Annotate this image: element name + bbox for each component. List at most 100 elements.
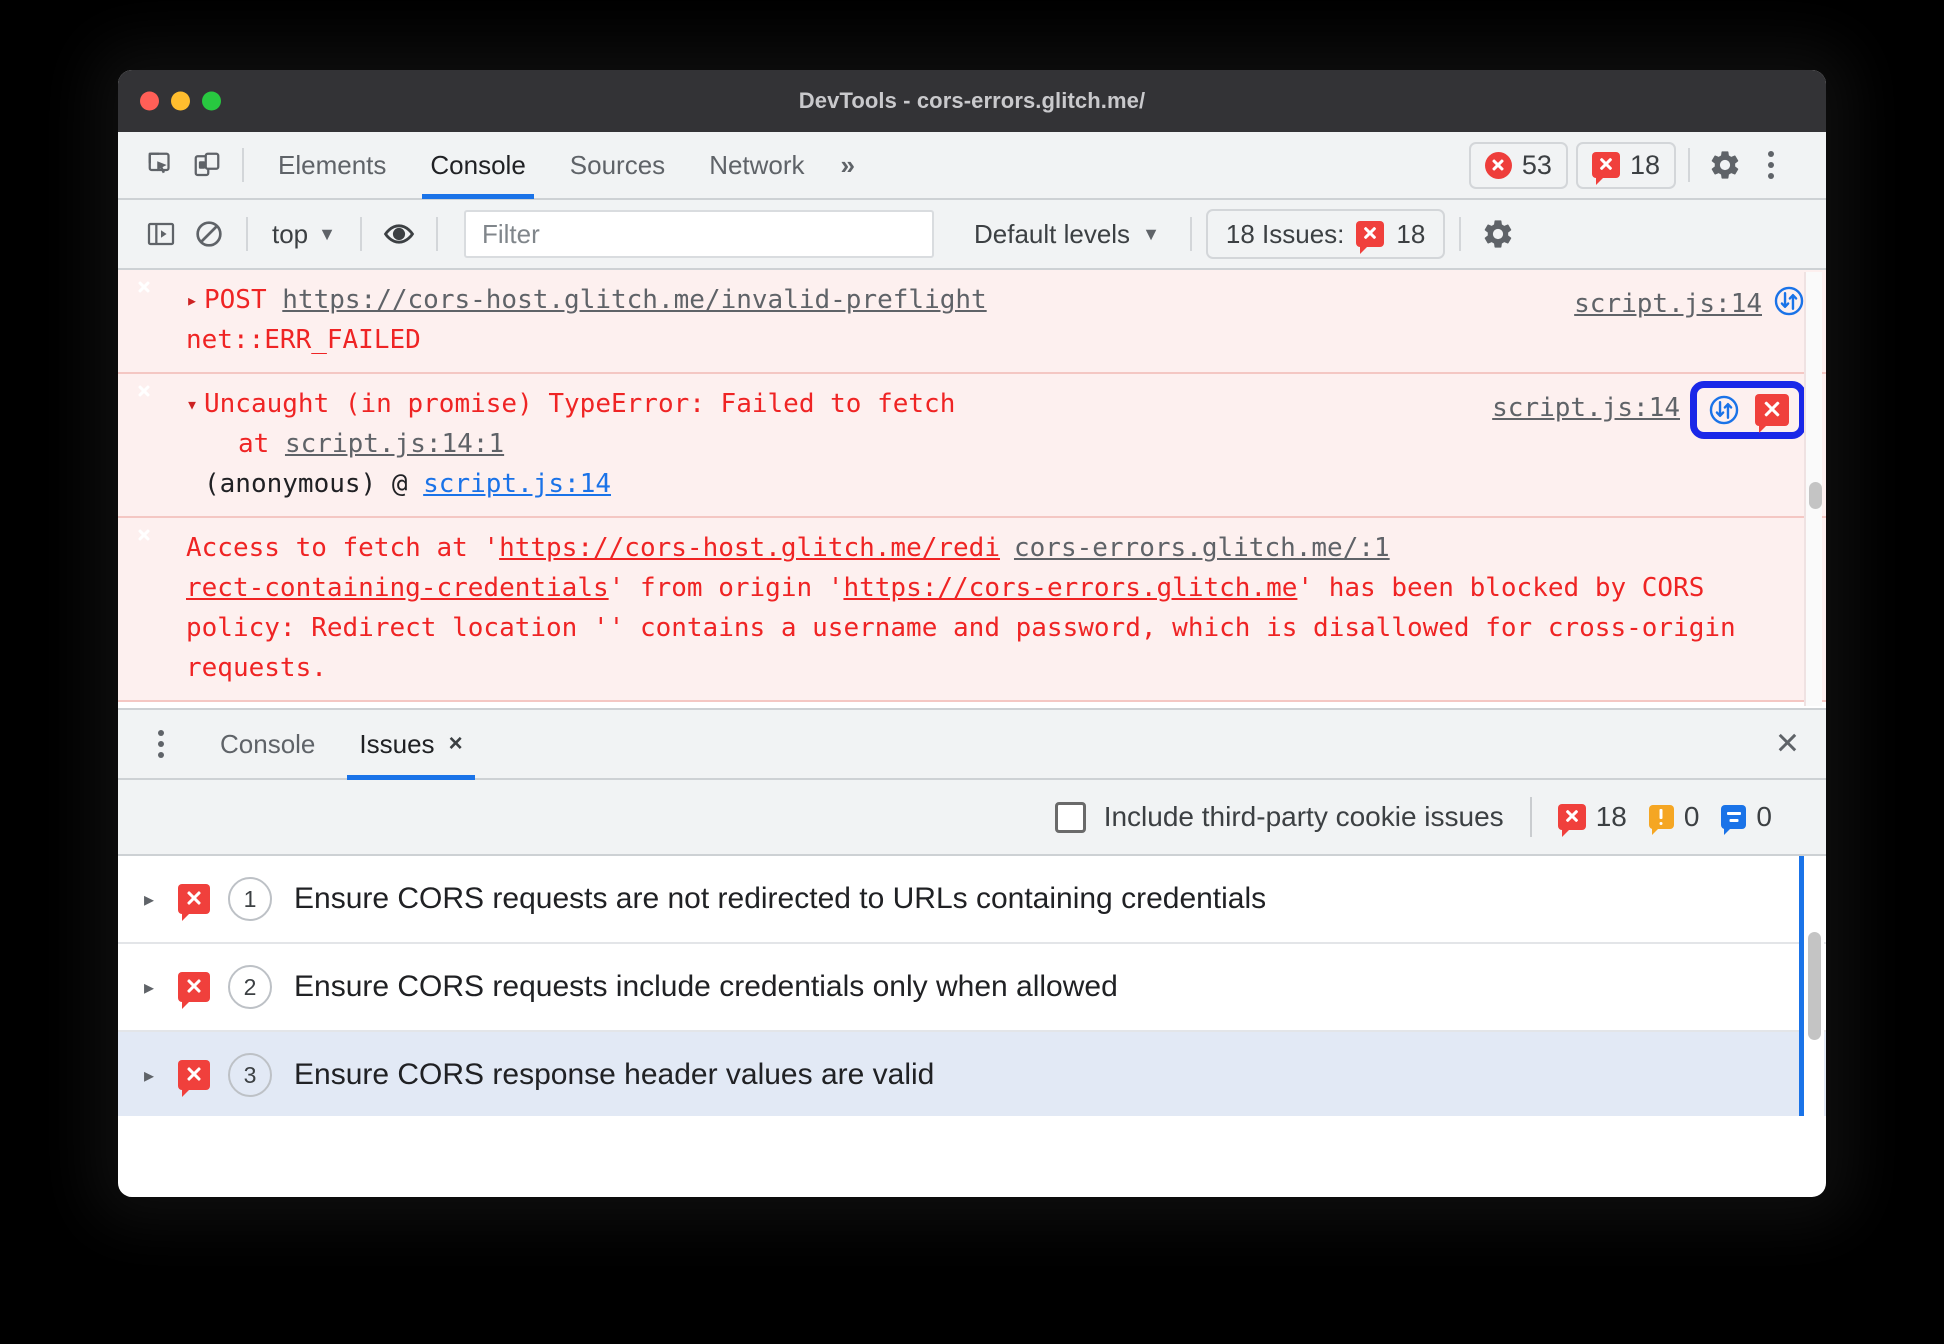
include-third-party-cookie-checkbox[interactable]: [1054, 801, 1086, 833]
console-scrollbar[interactable]: [1804, 272, 1822, 706]
kebab-menu-icon[interactable]: [1748, 142, 1794, 188]
drawer-tab-bar: Console Issues × ✕: [118, 708, 1826, 780]
clear-console-icon[interactable]: [186, 211, 232, 257]
window-title: DevTools - cors-errors.glitch.me/: [798, 88, 1146, 113]
issue-title-1: Ensure CORS requests are not redirected …: [294, 882, 1267, 915]
network-request-icon-1[interactable]: [1772, 284, 1806, 318]
close-issues-tab-icon[interactable]: ×: [449, 708, 463, 780]
collapse-triangle-icon-2[interactable]: ▾: [186, 384, 204, 424]
drawer-tab-console-label: Console: [220, 729, 316, 759]
toolbar-divider: [242, 148, 244, 182]
maximize-window-button[interactable]: [202, 91, 221, 111]
bubble-x-issue-icon: [1591, 152, 1620, 185]
tab-sources[interactable]: Sources: [548, 131, 687, 199]
console-scrollbar-thumb[interactable]: [1809, 482, 1822, 509]
more-tabs-chevron-icon[interactable]: »: [827, 150, 869, 181]
anonymous-frame-link[interactable]: script.js:14: [423, 469, 611, 499]
tab-network[interactable]: Network: [687, 131, 826, 199]
circle-x-error-icon: [1484, 151, 1512, 179]
include-third-party-cookie-label: Include third-party cookie issues: [1103, 801, 1504, 832]
issues-error-count: 18: [1557, 801, 1627, 837]
close-window-button[interactable]: [140, 91, 159, 111]
log-levels-dropdown[interactable]: Default levels ▼: [958, 219, 1176, 250]
issue-count-badge-3: 3: [228, 1053, 272, 1097]
issue-title-2: Ensure CORS requests include credentials…: [294, 970, 1118, 1003]
message-right-2: script.js:14: [1478, 381, 1806, 504]
cors-url-link-part1[interactable]: https://cors-host.glitch.me/redi: [499, 533, 1000, 563]
message-body-1: ▸ POST https://cors-host.glitch.me/invali…: [186, 280, 1560, 360]
issues-list[interactable]: ▸ 1 Ensure CORS requests are not redirec…: [118, 856, 1826, 1116]
console-message-post-failed[interactable]: ▸ POST https://cors-host.glitch.me/invali…: [118, 270, 1826, 374]
source-link-2[interactable]: script.js:14: [1492, 388, 1680, 428]
live-expression-eye-icon[interactable]: [376, 211, 422, 257]
expand-triangle-icon-issue-1[interactable]: ▸: [144, 887, 178, 912]
issues-count-badge[interactable]: 18: [1575, 141, 1676, 189]
message-error-icon-3: [144, 528, 178, 688]
console-sidebar-icon[interactable]: [138, 211, 184, 257]
message-body-3: Access to fetch at 'https://cors-host.gl…: [186, 528, 1806, 688]
issue-count-value: 18: [1629, 149, 1660, 180]
device-toolbar-icon[interactable]: [184, 142, 230, 188]
stack-frame-link[interactable]: script.js:14:1: [285, 429, 504, 459]
console-divider-5: [1459, 217, 1462, 251]
drawer-tab-console[interactable]: Console: [198, 708, 337, 780]
request-url-link[interactable]: https://cors-host.glitch.me/invalid-pref…: [282, 285, 986, 315]
issue-row-2[interactable]: ▸ 2 Ensure CORS requests include credent…: [118, 944, 1826, 1032]
issues-summary-label: 18 Issues:: [1225, 218, 1345, 249]
console-message-cors-blocked[interactable]: Access to fetch at 'https://cors-host.gl…: [118, 518, 1826, 702]
close-drawer-icon[interactable]: ✕: [1775, 727, 1800, 762]
inspect-element-icon[interactable]: [138, 142, 184, 188]
issues-scrollbar[interactable]: [1804, 856, 1824, 1116]
issue-error-bubble-icon-3: [178, 1060, 210, 1097]
highlight-annotation-box: [1690, 381, 1806, 439]
drawer-tab-issues[interactable]: Issues ×: [337, 708, 484, 780]
console-filter-toolbar: top ▼ Filter Default levels ▼ 18 Issues:: [118, 200, 1826, 270]
expand-triangle-icon-issue-3[interactable]: ▸: [144, 1063, 178, 1088]
filter-input[interactable]: Filter: [463, 210, 934, 258]
console-error-count-badge[interactable]: 53: [1468, 141, 1568, 189]
bubble-info-icon: [1721, 805, 1747, 835]
issue-error-bubble-icon-1: [178, 884, 210, 921]
network-error-detail: net::ERR_FAILED: [186, 325, 421, 355]
tab-elements[interactable]: Elements: [256, 131, 408, 199]
issues-summary-button[interactable]: 18 Issues: 18: [1205, 209, 1446, 259]
anonymous-frame-label: (anonymous) @: [204, 469, 424, 499]
cors-source-link[interactable]: cors-errors.glitch.me/:1: [1014, 533, 1390, 563]
main-tab-bar: Elements Console Sources Network » 53 18: [118, 132, 1826, 200]
issues-error-count-value: 18: [1595, 801, 1627, 832]
issue-count-badge-1: 1: [228, 877, 272, 921]
issues-info-count: 0: [1721, 801, 1772, 835]
execution-context-selector[interactable]: top ▼: [262, 219, 346, 250]
issue-row-1[interactable]: ▸ 1 Ensure CORS requests are not redirec…: [118, 856, 1826, 944]
cors-error-mid: ' from origin ': [608, 573, 844, 603]
drawer-tab-issues-label: Issues: [359, 729, 435, 759]
issue-bubble-icon-2[interactable]: [1755, 394, 1789, 433]
log-levels-label: Default levels: [973, 218, 1131, 249]
issues-scrollbar-thumb[interactable]: [1808, 932, 1821, 1040]
bubble-x-issue-icon-toolbar: [1356, 221, 1385, 254]
stack-at-prefix: at: [238, 429, 285, 459]
console-message-list[interactable]: ▸ POST https://cors-host.glitch.me/invali…: [118, 270, 1826, 708]
issues-filter-divider: [1529, 797, 1532, 837]
drawer-more-options-icon[interactable]: [138, 721, 184, 767]
source-link-1[interactable]: script.js:14: [1574, 284, 1762, 324]
cors-url-link-part2[interactable]: rect-containing-credentials: [186, 573, 609, 603]
minimize-window-button[interactable]: [171, 91, 190, 111]
expand-triangle-icon-issue-2[interactable]: ▸: [144, 975, 178, 1000]
message-right-1: script.js:14: [1560, 280, 1806, 360]
console-divider-3: [435, 217, 438, 251]
issue-row-3[interactable]: ▸ 3 Ensure CORS response header values a…: [118, 1032, 1826, 1116]
cors-origin-link[interactable]: https://cors-errors.glitch.me: [843, 573, 1297, 603]
gear-icon[interactable]: [1702, 142, 1748, 188]
uncaught-error-text: Uncaught (in promise) TypeError: Failed …: [204, 389, 956, 419]
network-request-icon-2[interactable]: [1707, 393, 1741, 427]
filter-placeholder: Filter: [481, 218, 540, 249]
stack-frame-line: at script.js:14:1: [186, 424, 1478, 464]
execution-context-value: top: [272, 218, 309, 249]
bubble-warning-icon: [1648, 805, 1674, 835]
console-settings-gear-icon[interactable]: [1475, 211, 1521, 257]
tab-console[interactable]: Console: [408, 131, 547, 199]
devtools-window: DevTools - cors-errors.glitch.me/ Elemen…: [118, 70, 1826, 1197]
expand-triangle-icon-1[interactable]: ▸: [186, 280, 204, 320]
console-message-uncaught-typeerror[interactable]: ▾ Uncaught (in promise) TypeError: Failed…: [118, 374, 1826, 518]
